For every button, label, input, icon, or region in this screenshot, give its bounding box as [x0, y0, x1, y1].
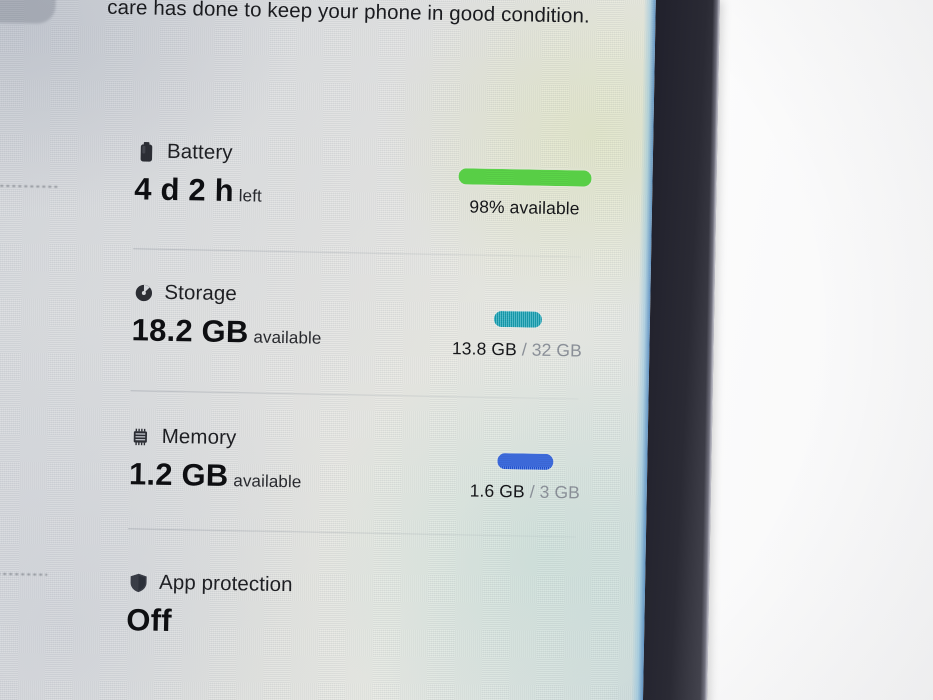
storage-pie-icon	[135, 284, 153, 301]
storage-gauge-total: / 32 GB	[516, 339, 583, 361]
app-protection-title-line: App protection	[129, 570, 605, 603]
storage-gauge-label: 13.8 GB / 32 GB	[424, 338, 609, 362]
memory-gauge-used: 1.6 GB	[469, 480, 525, 502]
storage-gauge: 13.8 GB / 32 GB	[424, 310, 610, 362]
device-care-photo: ttings rd · Your care report has been up…	[0, 0, 933, 700]
memory-gauge-bar	[497, 453, 554, 471]
memory-value-unit: available	[233, 471, 302, 492]
battery-icon	[140, 141, 153, 162]
row-app-protection[interactable]: App protection Off	[0, 567, 605, 647]
battery-title: Battery	[166, 139, 233, 165]
battery-value-unit: left	[238, 186, 263, 206]
storage-gauge-used: 13.8 GB	[451, 338, 518, 360]
memory-gauge: 1.6 GB / 3 GB	[440, 452, 611, 504]
storage-title-line: Storage	[134, 280, 610, 313]
storage-title: Storage	[164, 280, 238, 306]
battery-gauge-bar	[458, 168, 592, 187]
battery-value: 4 d 2 h	[133, 171, 235, 209]
app-protection-value-line: Off	[126, 602, 605, 647]
battery-gauge-value: 98% available	[469, 196, 580, 219]
divider-storage-memory	[130, 390, 579, 400]
memory-title-line: Memory	[132, 424, 608, 457]
battery-gauge: 98% available	[437, 168, 613, 220]
storage-value: 18.2 GB	[131, 312, 249, 350]
device-care-screen: ttings rd · Your care report has been up…	[0, 0, 656, 700]
memory-title: Memory	[161, 424, 237, 450]
app-protection-value: Off	[126, 602, 173, 639]
battery-title-line: Battery	[137, 139, 613, 172]
memory-chip-icon	[133, 428, 148, 445]
memory-gauge-label: 1.6 GB / 3 GB	[440, 480, 610, 504]
background-panel-tab	[0, 0, 57, 24]
app-protection-title: App protection	[158, 570, 293, 597]
shield-icon	[130, 573, 147, 592]
storage-gauge-bar	[493, 310, 542, 328]
divider-memory-protection	[128, 528, 576, 538]
phone-screen: ttings rd · Your care report has been up…	[0, 0, 656, 700]
care-report-header: Your care report has been updated. See w…	[87, 0, 610, 29]
memory-value: 1.2 GB	[128, 456, 229, 494]
storage-value-unit: available	[253, 327, 322, 348]
divider-battery-storage	[133, 248, 582, 258]
care-report-body: See what Device care has done to keep yo…	[107, 0, 592, 28]
memory-gauge-total: / 3 GB	[524, 481, 581, 503]
battery-gauge-label: 98% available	[437, 196, 612, 220]
